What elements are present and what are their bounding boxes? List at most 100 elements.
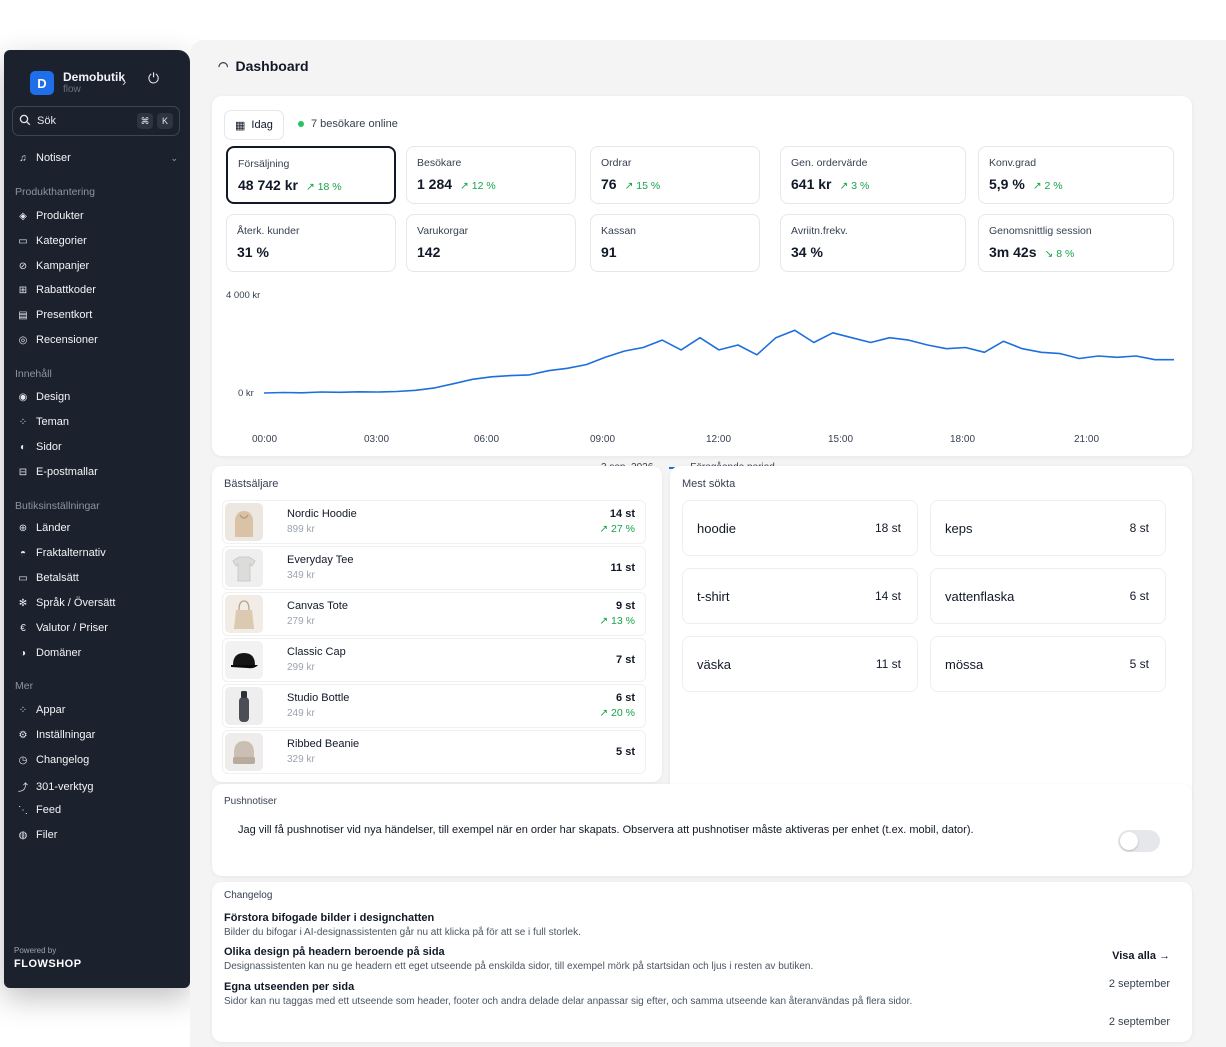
- push-title: Pushnotiser: [224, 796, 277, 807]
- changelog-card: Changelog Visa alla → Förstora bifogade …: [212, 882, 1192, 1042]
- metric-gen-ordervarde[interactable]: Gen. ordervärde 641 kr ↗ 3 %: [780, 146, 966, 204]
- sidebar-item-appar[interactable]: ⁘ Appar: [16, 704, 66, 716]
- folder-icon: ▭: [18, 235, 28, 247]
- sidebar-item-presentkort[interactable]: ▤ Presentkort: [16, 309, 92, 321]
- sidebar-item-rabattkoder[interactable]: ⊞ Rabattkoder: [16, 284, 96, 296]
- bestseller-row[interactable]: Studio Bottle 249 kr 6 st ↗ 20 %: [222, 684, 646, 728]
- sidebar-item-installningar[interactable]: ⚙ Inställningar: [16, 729, 96, 741]
- metric-value: 76: [601, 176, 617, 192]
- search-term-card[interactable]: keps 8 st: [930, 500, 1166, 556]
- product-name: Classic Cap: [287, 646, 346, 659]
- store-switcher[interactable]: D Demobutik flow: [30, 70, 125, 96]
- bestseller-row[interactable]: Everyday Tee 349 kr 11 st: [222, 546, 646, 590]
- metric-kassan[interactable]: Kassan 91: [590, 214, 760, 272]
- search-term-card[interactable]: t-shirt 14 st: [682, 568, 918, 624]
- sidebar-item-kategorier[interactable]: ▭ Kategorier: [16, 235, 87, 247]
- sidebar-item-kampanjer[interactable]: ⊘ Kampanjer: [16, 260, 89, 272]
- sidebar-item-design[interactable]: ◉ Design: [16, 391, 71, 403]
- sidebar-item-recensioner[interactable]: ◎ Recensioner: [16, 334, 98, 346]
- sidebar-search[interactable]: Sök ⌘ K: [12, 106, 180, 136]
- metric-trend: ↗ 18 %: [305, 181, 342, 193]
- sidebar-item-teman[interactable]: ⁘ Teman: [16, 416, 69, 428]
- metric-forsaljning[interactable]: Försäljning 48 742 kr ↗ 18 %: [226, 146, 396, 204]
- metric-label: Gen. ordervärde: [791, 157, 868, 169]
- ticket-icon: ⊞: [18, 284, 28, 296]
- sidebar-item-label: Teman: [36, 416, 70, 428]
- changelog-entry-date: 2 september: [1108, 978, 1170, 990]
- view-all-link[interactable]: Visa alla →: [1112, 950, 1170, 962]
- search-term-card[interactable]: vattenflaska 6 st: [930, 568, 1166, 624]
- metric-genomsnittlig-session[interactable]: Genomsnittlig session 3m 42s ↘ 8 %: [978, 214, 1174, 272]
- sidebar-item-sidor[interactable]: ◐ Sidor: [16, 441, 62, 453]
- changelog-entry-title[interactable]: Olika design på headern beroende på sida: [224, 946, 445, 958]
- gear-icon: ⚙: [18, 729, 28, 741]
- search-term: mössa: [945, 656, 984, 672]
- store-avatar: D: [30, 71, 54, 96]
- product-qty: 14 st: [609, 507, 635, 520]
- sidebar-item-notiser[interactable]: ♫ Notiser ⌄: [16, 152, 178, 164]
- chevron-right-icon[interactable]: ›: [122, 74, 126, 89]
- metric-konvgrad[interactable]: Konv.grad 5,9 % ↗ 2 %: [978, 146, 1174, 204]
- sidebar-item-changelog[interactable]: ◷ Changelog: [16, 754, 90, 766]
- metric-value: 1 284: [417, 176, 453, 192]
- sidebar-item-lander[interactable]: ⊕ Länder: [16, 522, 70, 534]
- sidebar-item-epostmallar[interactable]: ⊟ E-postmallar: [16, 466, 98, 478]
- product-trend: ↗ 20 %: [599, 707, 635, 720]
- changelog-entry-desc: Sidor kan nu taggas med ett utseende som…: [224, 996, 913, 1007]
- changelog-entry-title[interactable]: Förstora bifogade bilder i designchatten: [224, 912, 434, 924]
- x-tick-label: 00:00: [252, 434, 278, 445]
- sidebar-item-label: Kategorier: [36, 235, 87, 247]
- sidebar-item-domaner[interactable]: ◑ Domäner: [16, 647, 81, 659]
- metric-aterk-kunder[interactable]: Återk. kunder 31 %: [226, 214, 396, 272]
- search-term-card[interactable]: väska 11 st: [682, 636, 918, 692]
- sidebar-item-betalsatt[interactable]: ▭ Betalsätt: [16, 572, 79, 584]
- page-title: ◠ Dashboard: [218, 58, 309, 74]
- series-line-0: [263, 329, 1174, 394]
- sidebar-item-valutor[interactable]: € Valutor / Priser: [16, 622, 108, 634]
- calendar-icon: ▦: [235, 119, 246, 132]
- product-price: 899 kr: [287, 523, 315, 535]
- bestseller-row[interactable]: Nordic Hoodie 899 kr 14 st ↗ 27 %: [222, 500, 646, 544]
- sidebar-item-feed[interactable]: ⋱ Feed: [16, 804, 61, 816]
- sidebar-item-label: Språk / Översätt: [36, 597, 116, 609]
- x-tick-label: 03:00: [364, 434, 390, 445]
- bestseller-row[interactable]: Classic Cap 299 kr 7 st: [222, 638, 646, 682]
- search-term-card[interactable]: mössa 5 st: [930, 636, 1166, 692]
- sidebar-item-produkter[interactable]: ◈ Produkter: [16, 210, 84, 222]
- sidebar-item-label: Filer: [36, 829, 58, 841]
- metric-besokare[interactable]: Besökare 1 284 ↗ 12 %: [406, 146, 576, 204]
- gauge-icon: ◠: [218, 59, 229, 73]
- product-price: 249 kr: [287, 707, 315, 719]
- metric-value: 5,9 %: [989, 176, 1025, 192]
- product-price: 349 kr: [287, 569, 315, 581]
- date-range-button[interactable]: ▦ Idag: [224, 110, 284, 140]
- metric-ordrar[interactable]: Ordrar 76 ↗ 15 %: [590, 146, 760, 204]
- metric-label: Besökare: [417, 157, 462, 169]
- sidebar-item-label: Notiser: [36, 152, 71, 164]
- push-toggle[interactable]: [1118, 830, 1160, 852]
- product-name: Studio Bottle: [287, 692, 350, 705]
- metric-value: 91: [601, 244, 617, 260]
- sidebar-item-sprak[interactable]: ✻ Språk / Översätt: [16, 597, 116, 609]
- product-name: Ribbed Beanie: [287, 738, 360, 751]
- product-price: 279 kr: [287, 615, 315, 627]
- metric-value: 641 kr: [791, 176, 832, 192]
- tee-thumbnail: [225, 549, 263, 587]
- changelog-entry-desc: Designassistenten kan nu ge headern ett …: [224, 961, 814, 972]
- sales-line-chart: [263, 329, 1174, 394]
- sidebar-item-fraktalternativ[interactable]: ◓ Fraktalternativ: [16, 547, 106, 559]
- metric-varukorgar[interactable]: Varukorgar 142: [406, 214, 576, 272]
- product-qty: 5 st: [616, 745, 635, 758]
- bestsellers-title: Bästsäljare: [224, 478, 279, 490]
- bestseller-row[interactable]: Ribbed Beanie 329 kr 5 st: [222, 730, 646, 774]
- search-count: 11 st: [875, 657, 901, 671]
- search-term-card[interactable]: hoodie 18 st: [682, 500, 918, 556]
- metric-avriitn-frekv[interactable]: Avriitn.frekv. 34 %: [780, 214, 966, 272]
- sidebar-item-301-verktyg[interactable]: ⤴ 301-verktyg: [16, 779, 93, 795]
- powered-by-label: Powered by: [14, 946, 57, 955]
- power-icon[interactable]: ⏻: [148, 70, 159, 87]
- sidebar-item-filer[interactable]: ◍ Filer: [16, 829, 58, 841]
- changelog-entry-title[interactable]: Egna utseenden per sida: [224, 981, 354, 993]
- metric-value: 34 %: [791, 244, 823, 260]
- bestseller-row[interactable]: Canvas Tote 279 kr 9 st ↗ 13 %: [222, 592, 646, 636]
